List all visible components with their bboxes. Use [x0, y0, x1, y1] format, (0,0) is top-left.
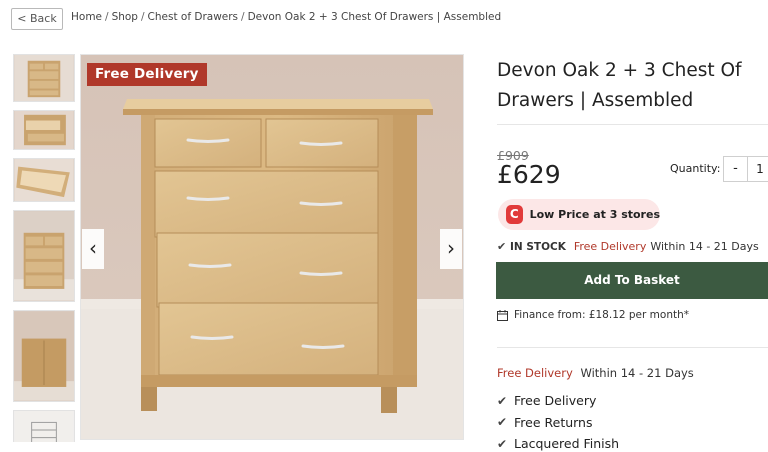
quantity-decrease-button[interactable]: -: [724, 157, 748, 181]
breadcrumb-home[interactable]: Home: [71, 11, 102, 23]
finance-text: Finance from: £18.12 per month*: [514, 309, 690, 321]
title-divider: [497, 124, 768, 125]
breadcrumb-category[interactable]: Chest of Drawers: [148, 11, 239, 23]
thumbnail-5[interactable]: [13, 310, 75, 402]
next-image-arrow[interactable]: ›: [440, 229, 462, 269]
stock-delivery-label: Free Delivery: [573, 240, 647, 253]
check-icon: ✔: [497, 415, 508, 430]
thumbnail-2[interactable]: [13, 110, 75, 150]
stock-delivery-window: Within 14 - 21 Days: [650, 240, 759, 253]
back-button[interactable]: < Back: [11, 8, 63, 30]
main-product-image: Free Delivery ‹ ›: [80, 54, 464, 440]
quantity-label: Quantity:: [670, 162, 721, 175]
finance-line[interactable]: Finance from: £18.12 per month*: [497, 309, 689, 321]
finance-divider: [497, 347, 768, 348]
check-icon: ✔: [497, 240, 507, 253]
feature-list: ✔ Free Delivery ✔ Free Returns ✔ Lacquered …: [497, 390, 619, 452]
current-price: £629: [497, 160, 561, 189]
low-price-pill[interactable]: C Low Price at 3 stores: [498, 199, 660, 230]
in-stock-label: IN STOCK: [510, 240, 566, 253]
feature-item: ✔ Lacquered Finish: [497, 436, 620, 452]
free-delivery-badge: Free Delivery: [87, 63, 207, 86]
feature-item: ✔ Free Delivery: [497, 393, 597, 409]
breadcrumb-current: Devon Oak 2 + 3 Chest Of Drawers | Assem…: [247, 11, 502, 23]
thumbnail-1[interactable]: [13, 54, 75, 102]
low-price-text: Low Price at 3 stores: [529, 208, 660, 221]
price-compare-icon: C: [506, 205, 523, 224]
feature-item: ✔ Free Returns: [497, 414, 593, 430]
check-icon: ✔: [497, 393, 508, 408]
thumbnail-3[interactable]: [13, 158, 75, 202]
thumbnail-4[interactable]: [13, 210, 75, 302]
calendar-icon: [497, 309, 508, 321]
product-title: Devon Oak 2 + 3 Chest Of Drawers | Assem…: [497, 60, 742, 111]
breadcrumb-shop[interactable]: Shop: [112, 11, 138, 23]
thumbnail-strip: [13, 54, 77, 442]
add-to-basket-button[interactable]: Add To Basket: [496, 262, 768, 299]
breadcrumb: Home / Shop / Chest of Drawers / Devon Oak 2 +…: [71, 11, 502, 23]
thumbnail-6[interactable]: [13, 410, 75, 442]
chest-of-drawers-photo: [81, 55, 463, 439]
delivery-window: Within 14 - 21 Days: [580, 366, 694, 380]
check-icon: ✔: [497, 436, 508, 451]
quantity-input[interactable]: 1: [748, 157, 768, 181]
quantity-stepper: - 1: [723, 156, 768, 182]
delivery-summary: Free Delivery Within 14 - 21 Days: [497, 366, 694, 380]
stock-status-line: ✔ IN STOCK Free Delivery Within 14 - 21 …: [497, 240, 759, 253]
delivery-label: Free Delivery: [497, 366, 573, 380]
prev-image-arrow[interactable]: ‹: [82, 229, 104, 269]
